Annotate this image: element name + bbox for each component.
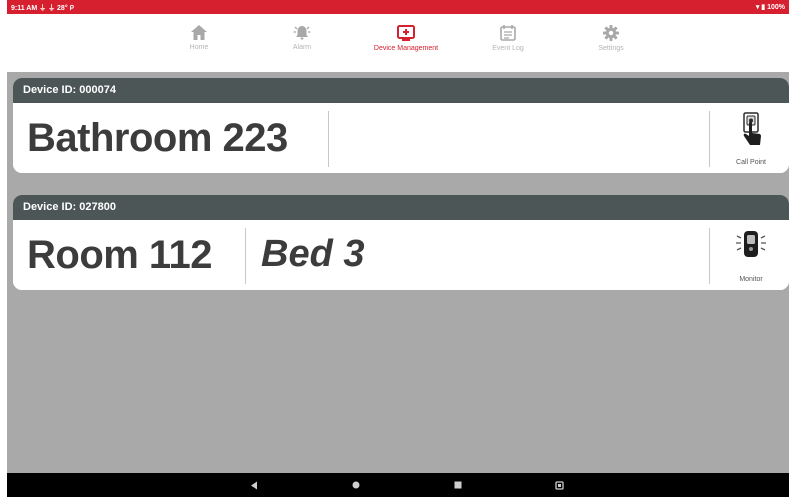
screenshot-icon — [554, 480, 564, 490]
gear-icon — [603, 25, 619, 41]
nav-alarm-label: Alarm — [292, 44, 312, 51]
device-type: Call Point — [713, 103, 789, 173]
recents-button[interactable] — [443, 473, 473, 497]
device-card[interactable]: Device ID: 027800 Room 112 Bed 3 Monitor — [13, 195, 789, 290]
status-bar-right: ▾ ▮ 100% — [755, 4, 785, 11]
status-bar: 9:11 AM ⏚ ⏚ 28° ᑭ ▾ ▮ 100% — [7, 0, 789, 14]
tablet-screen: 9:11 AM ⏚ ⏚ 28° ᑭ ▾ ▮ 100% Home Alarm De… — [7, 0, 789, 497]
nav-home[interactable]: Home — [149, 14, 249, 72]
device-id-header: Device ID: 027800 — [13, 195, 789, 220]
nav-event-log-label: Event Log — [492, 45, 524, 52]
system-nav-bar — [7, 473, 789, 497]
status-bar-left: 9:11 AM ⏚ ⏚ 28° ᑭ — [11, 5, 74, 12]
back-button[interactable] — [239, 473, 269, 497]
device-card[interactable]: Device ID: 000074 Bathroom 223 Call Poin… — [13, 78, 789, 173]
nav-event-log[interactable]: Event Log — [458, 14, 558, 72]
device-location: Bathroom 223 — [27, 116, 288, 160]
nav-device-management[interactable]: Device Management — [356, 14, 456, 72]
home-dot-icon — [352, 481, 360, 489]
screenshot-button[interactable] — [544, 473, 574, 497]
device-bed: Bed 3 — [261, 233, 365, 275]
nav-settings[interactable]: Settings — [561, 14, 661, 72]
calendar-icon — [500, 25, 516, 41]
nav-device-management-label: Device Management — [373, 45, 439, 52]
divider — [245, 228, 246, 284]
recents-icon — [454, 481, 462, 489]
monitor-icon — [736, 231, 766, 257]
home-button[interactable] — [341, 473, 371, 497]
device-card-body: Room 112 Bed 3 Monitor — [13, 220, 789, 290]
top-nav: Home Alarm Device Management Event Log S… — [7, 14, 789, 72]
device-id-header: Device ID: 000074 — [13, 78, 789, 103]
call-point-icon — [743, 112, 761, 145]
device-type-label: Monitor — [739, 276, 763, 283]
device-management-icon — [397, 25, 415, 41]
alarm-bell-icon — [293, 26, 311, 40]
divider — [709, 111, 710, 167]
nav-settings-label: Settings — [598, 45, 624, 52]
nav-alarm[interactable]: Alarm — [252, 14, 352, 72]
back-icon — [251, 481, 257, 489]
device-type: Monitor — [713, 220, 789, 290]
device-location: Room 112 — [27, 233, 212, 277]
device-type-label: Call Point — [736, 159, 766, 166]
device-card-body: Bathroom 223 Call Point — [13, 103, 789, 173]
divider — [328, 111, 329, 167]
home-icon — [191, 25, 207, 40]
nav-home-label: Home — [189, 44, 209, 51]
divider — [709, 228, 710, 284]
